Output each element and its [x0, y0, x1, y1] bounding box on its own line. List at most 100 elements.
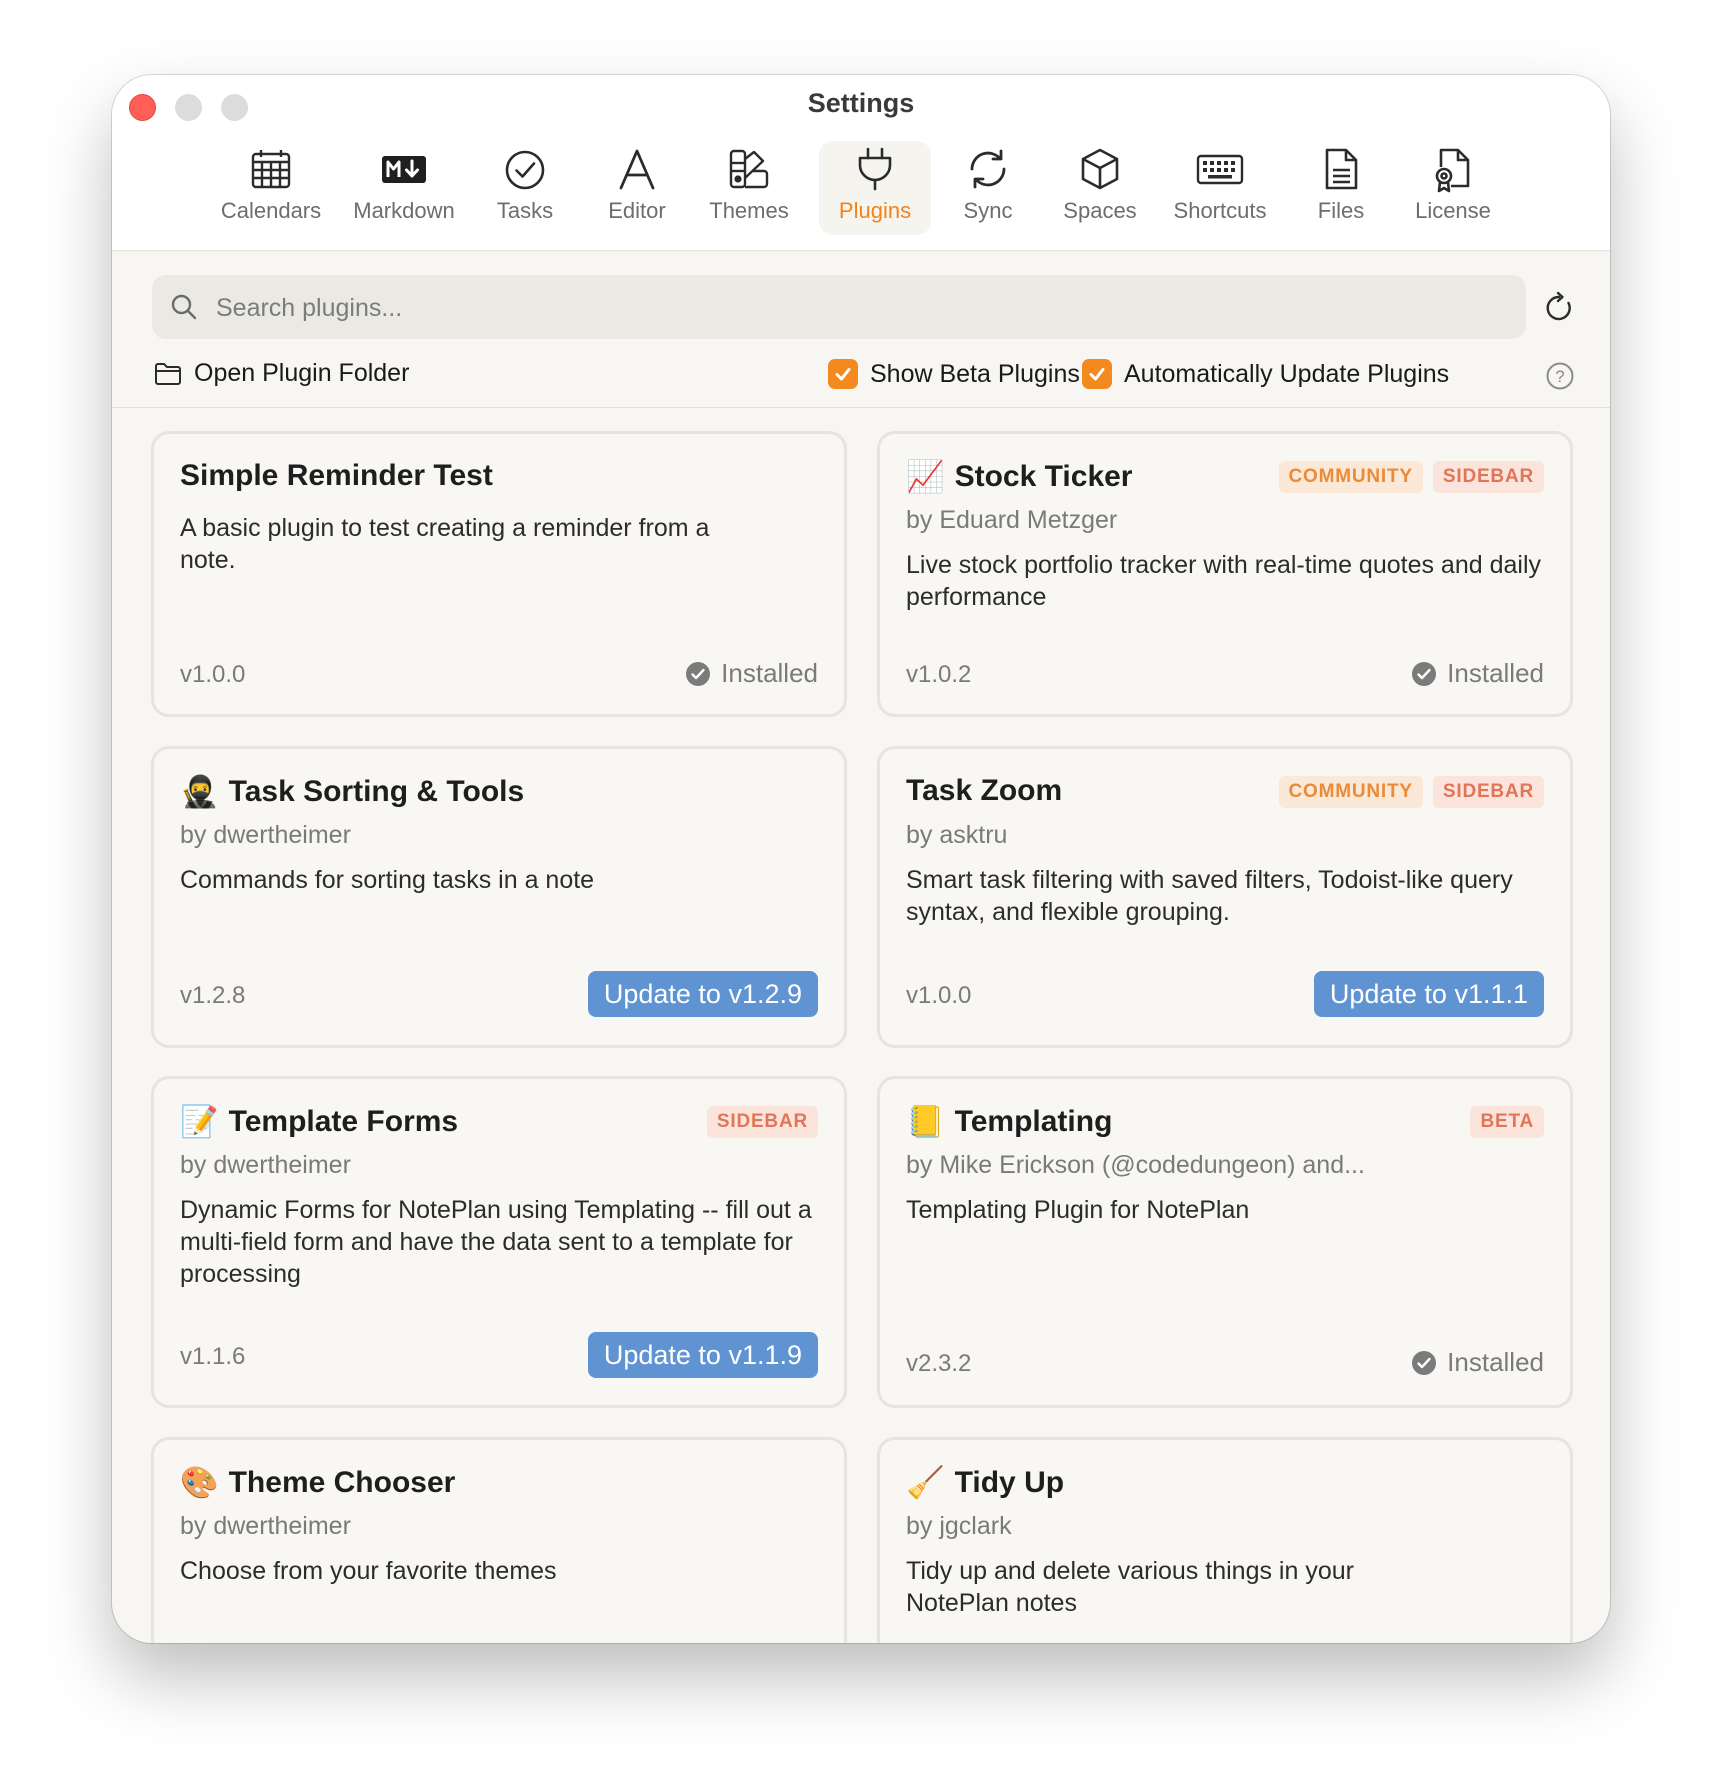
- tab-themes[interactable]: Themes: [693, 141, 805, 235]
- calendar-icon: [251, 150, 291, 189]
- open-plugin-folder-button[interactable]: Open Plugin Folder: [154, 359, 409, 388]
- tab-label: Editor: [608, 198, 666, 223]
- plugin-version: v1.1.6: [180, 1343, 246, 1370]
- checkmark-icon: [835, 368, 851, 381]
- plugin-badges: SIDEBAR: [706, 1106, 818, 1138]
- svg-text:?: ?: [1555, 367, 1564, 386]
- plugin-emoji: 🥷: [180, 774, 219, 809]
- plugin-name: Task Zoom: [906, 774, 1063, 807]
- installed-label: Installed: [721, 658, 818, 688]
- tab-label: Sync: [963, 198, 1013, 223]
- sidebar-badge: SIDEBAR: [706, 1106, 818, 1138]
- plugin-card[interactable]: Simple Reminder Test A basic plugin to t…: [151, 431, 847, 717]
- plugin-version: v1.2.8: [180, 982, 246, 1009]
- sidebar-badge: SIDEBAR: [1432, 776, 1544, 808]
- tab-plugins[interactable]: Plugins: [819, 141, 931, 235]
- plugin-card[interactable]: 📈 Stock Ticker COMMUNITY SIDEBAR by Edua…: [877, 431, 1573, 717]
- plugin-name: Task Sorting & Tools: [228, 775, 525, 808]
- tab-label: Shortcuts: [1173, 198, 1267, 223]
- folder-icon: [155, 362, 181, 385]
- tab-sync[interactable]: Sync: [932, 141, 1044, 235]
- tab-tasks[interactable]: Tasks: [469, 141, 581, 235]
- plugin-emoji: 🧹: [906, 1465, 945, 1500]
- tab-label: Files: [1317, 198, 1365, 223]
- plugin-name: Theme Chooser: [228, 1466, 456, 1499]
- plugin-author: by dwertheimer: [180, 1151, 351, 1179]
- document-icon: [1325, 148, 1358, 190]
- checkmark-circle-icon: [505, 150, 545, 190]
- tab-license[interactable]: License: [1397, 141, 1509, 235]
- show-beta-plugins-checkbox[interactable]: Show Beta Plugins: [828, 359, 1080, 389]
- tab-calendars[interactable]: Calendars: [215, 141, 327, 235]
- plugin-badges: BETA: [1470, 1106, 1544, 1138]
- tab-editor[interactable]: Editor: [581, 141, 693, 235]
- update-plugin-button[interactable]: Update to v1.2.9: [587, 971, 818, 1017]
- plugin-name: Simple Reminder Test: [180, 459, 493, 492]
- search-bar: [152, 275, 1526, 341]
- plugin-name: Template Forms: [228, 1105, 459, 1138]
- check-circle-icon: [686, 661, 711, 686]
- plugin-author: by Mike Erickson (@codedungeon) and...: [906, 1151, 1365, 1179]
- plugin-description: Live stock portfolio tracker with real-t…: [906, 551, 1542, 611]
- installed-status: Installed: [1411, 658, 1544, 689]
- plugin-description: Dynamic Forms for NotePlan using Templat…: [180, 1196, 812, 1288]
- tab-label: Markdown: [353, 198, 455, 223]
- refresh-icon[interactable]: [1542, 291, 1576, 325]
- cube-icon: [1081, 148, 1119, 190]
- plugin-badges: COMMUNITY SIDEBAR: [1278, 776, 1544, 808]
- plugin-description: Choose from your favorite themes: [180, 1557, 557, 1585]
- plugin-description: Commands for sorting tasks in a note: [180, 866, 595, 894]
- settings-window: Settings Calendars Markdown Tasks Editor…: [112, 75, 1610, 1643]
- check-circle-icon: [1412, 661, 1437, 686]
- plugin-author: by asktru: [906, 821, 1008, 849]
- tab-spaces[interactable]: Spaces: [1044, 141, 1156, 235]
- plug-icon: [858, 147, 892, 191]
- sidebar-badge: SIDEBAR: [1432, 461, 1544, 493]
- community-badge: COMMUNITY: [1278, 776, 1423, 808]
- plugin-author: by dwertheimer: [180, 1512, 351, 1540]
- plugin-card[interactable]: 🥷 Task Sorting & Tools by dwertheimer Co…: [151, 746, 847, 1048]
- plugin-card[interactable]: 📒 Templating BETA by Mike Erickson (@cod…: [877, 1076, 1573, 1408]
- plugin-description: A basic plugin to test creating a remind…: [180, 514, 710, 574]
- update-plugin-button[interactable]: Update to v1.1.1: [1313, 971, 1544, 1017]
- plugin-emoji: 📈: [906, 459, 945, 494]
- sync-arrows-icon: [970, 149, 1006, 189]
- plugin-description: Tidy up and delete various things in you…: [906, 1557, 1354, 1617]
- plugin-card[interactable]: Task Zoom COMMUNITY SIDEBAR by asktru Sm…: [877, 746, 1573, 1048]
- plugin-toolbar: Open Plugin Folder Show Beta Plugins Aut…: [112, 345, 1610, 407]
- plugin-emoji: 🎨: [180, 1465, 219, 1500]
- font-a-icon: [619, 149, 655, 190]
- plugin-card[interactable]: 📝 Template Forms SIDEBAR by dwertheimer …: [151, 1076, 847, 1408]
- tab-label: Plugins: [838, 198, 912, 223]
- installed-label: Installed: [1447, 658, 1544, 688]
- window-title: Settings: [807, 88, 915, 118]
- plugin-version: v1.0.0: [906, 982, 972, 1009]
- community-badge: COMMUNITY: [1278, 461, 1423, 493]
- title-bar: Settings Calendars Markdown Tasks Editor…: [112, 75, 1610, 251]
- tab-markdown[interactable]: Markdown: [348, 141, 460, 235]
- plugin-card[interactable]: 🎨 Theme Chooser by dwertheimer Choose fr…: [151, 1437, 847, 1643]
- plugin-emoji: 📝: [180, 1104, 219, 1139]
- plugin-name: Templating: [954, 1105, 1113, 1138]
- checkbox-checked: [828, 359, 858, 389]
- plugin-name: Stock Ticker: [954, 460, 1133, 493]
- plugin-description: Templating Plugin for NotePlan: [906, 1196, 1250, 1224]
- update-plugin-button[interactable]: Update to v1.1.9: [587, 1332, 818, 1378]
- plugin-version: v1.0.0: [180, 661, 246, 688]
- palette-icon: [729, 149, 769, 189]
- plugin-card[interactable]: 🧹 Tidy Up by jgclark Tidy up and delete …: [877, 1437, 1573, 1643]
- tab-label: Spaces: [1063, 198, 1137, 223]
- plugin-author: by Eduard Metzger: [906, 506, 1118, 534]
- markdown-icon: [382, 156, 426, 183]
- checkbox-checked: [1082, 359, 1112, 389]
- plugin-badges: COMMUNITY SIDEBAR: [1278, 461, 1544, 493]
- check-circle-icon: [1412, 1350, 1437, 1375]
- tab-files[interactable]: Files: [1285, 141, 1397, 235]
- checkmark-icon: [1089, 368, 1105, 381]
- plugin-version: v1.0.2: [906, 661, 972, 688]
- auto-update-plugins-checkbox[interactable]: Automatically Update Plugins: [1082, 359, 1449, 389]
- help-icon[interactable]: ?: [1545, 361, 1575, 391]
- show-beta-plugins-label: Show Beta Plugins: [870, 359, 1080, 388]
- search-input[interactable]: [214, 275, 1508, 341]
- tab-shortcuts[interactable]: Shortcuts: [1164, 141, 1276, 235]
